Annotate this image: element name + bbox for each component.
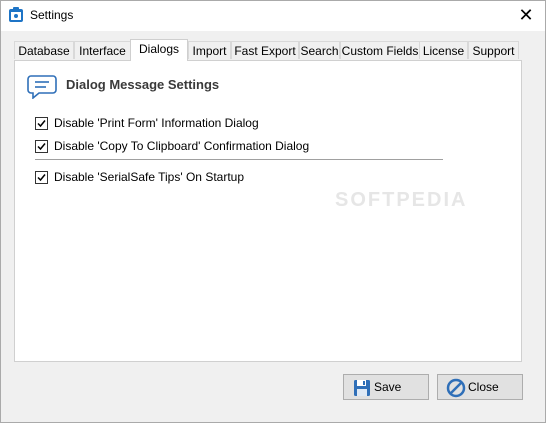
- checkbox-label: Disable 'SerialSafe Tips' On Startup: [54, 170, 245, 184]
- check-mark-icon: [37, 142, 46, 150]
- checkbox-print-form[interactable]: Disable 'Print Form' Information Dialog: [35, 115, 259, 131]
- app-icon: [9, 7, 23, 22]
- section-title: Dialog Message Settings: [66, 77, 220, 92]
- prohibited-icon: [446, 378, 466, 398]
- tab-database[interactable]: Database: [14, 41, 74, 59]
- tab-custom-fields[interactable]: Custom Fields: [340, 41, 420, 59]
- tab-fast-export[interactable]: Fast Export: [231, 41, 299, 59]
- close-window-button[interactable]: ✕: [515, 5, 537, 25]
- checkbox-box[interactable]: [35, 170, 48, 184]
- checkbox-box[interactable]: [35, 116, 48, 130]
- window-title: Settings: [30, 8, 74, 22]
- checkbox-label: Disable 'Copy To Clipboard' Confirmation…: [54, 139, 310, 153]
- close-button-label: Close: [468, 380, 499, 394]
- check-mark-icon: [37, 173, 46, 181]
- close-button[interactable]: Close: [437, 374, 523, 400]
- checkbox-box[interactable]: [35, 139, 48, 153]
- speech-bubble-icon: [27, 75, 57, 99]
- close-icon: ✕: [518, 5, 534, 25]
- tab-interface[interactable]: Interface: [74, 41, 131, 59]
- title-bar: Settings ✕: [1, 1, 545, 31]
- tab-search[interactable]: Search: [299, 41, 340, 59]
- save-button[interactable]: Save: [343, 374, 429, 400]
- settings-window: Settings ✕ Database Interface Dialogs Im…: [0, 0, 546, 423]
- tab-license[interactable]: License: [419, 41, 468, 59]
- checkbox-label: Disable 'Print Form' Information Dialog: [54, 116, 259, 130]
- tab-dialogs[interactable]: Dialogs: [130, 39, 188, 61]
- floppy-disk-icon: [354, 380, 370, 396]
- checkbox-copy-clipboard[interactable]: Disable 'Copy To Clipboard' Confirmation…: [35, 138, 309, 154]
- checkbox-serialsafe-tips[interactable]: Disable 'SerialSafe Tips' On Startup: [35, 169, 244, 185]
- save-button-label: Save: [374, 380, 402, 394]
- watermark: SOFTPEDIA: [335, 189, 468, 211]
- separator: [35, 159, 443, 160]
- tab-support[interactable]: Support: [468, 41, 519, 59]
- dialogs-panel: Dialog Message Settings Disable 'Print F…: [14, 60, 522, 362]
- tab-import[interactable]: Import: [188, 41, 231, 59]
- check-mark-icon: [37, 119, 46, 127]
